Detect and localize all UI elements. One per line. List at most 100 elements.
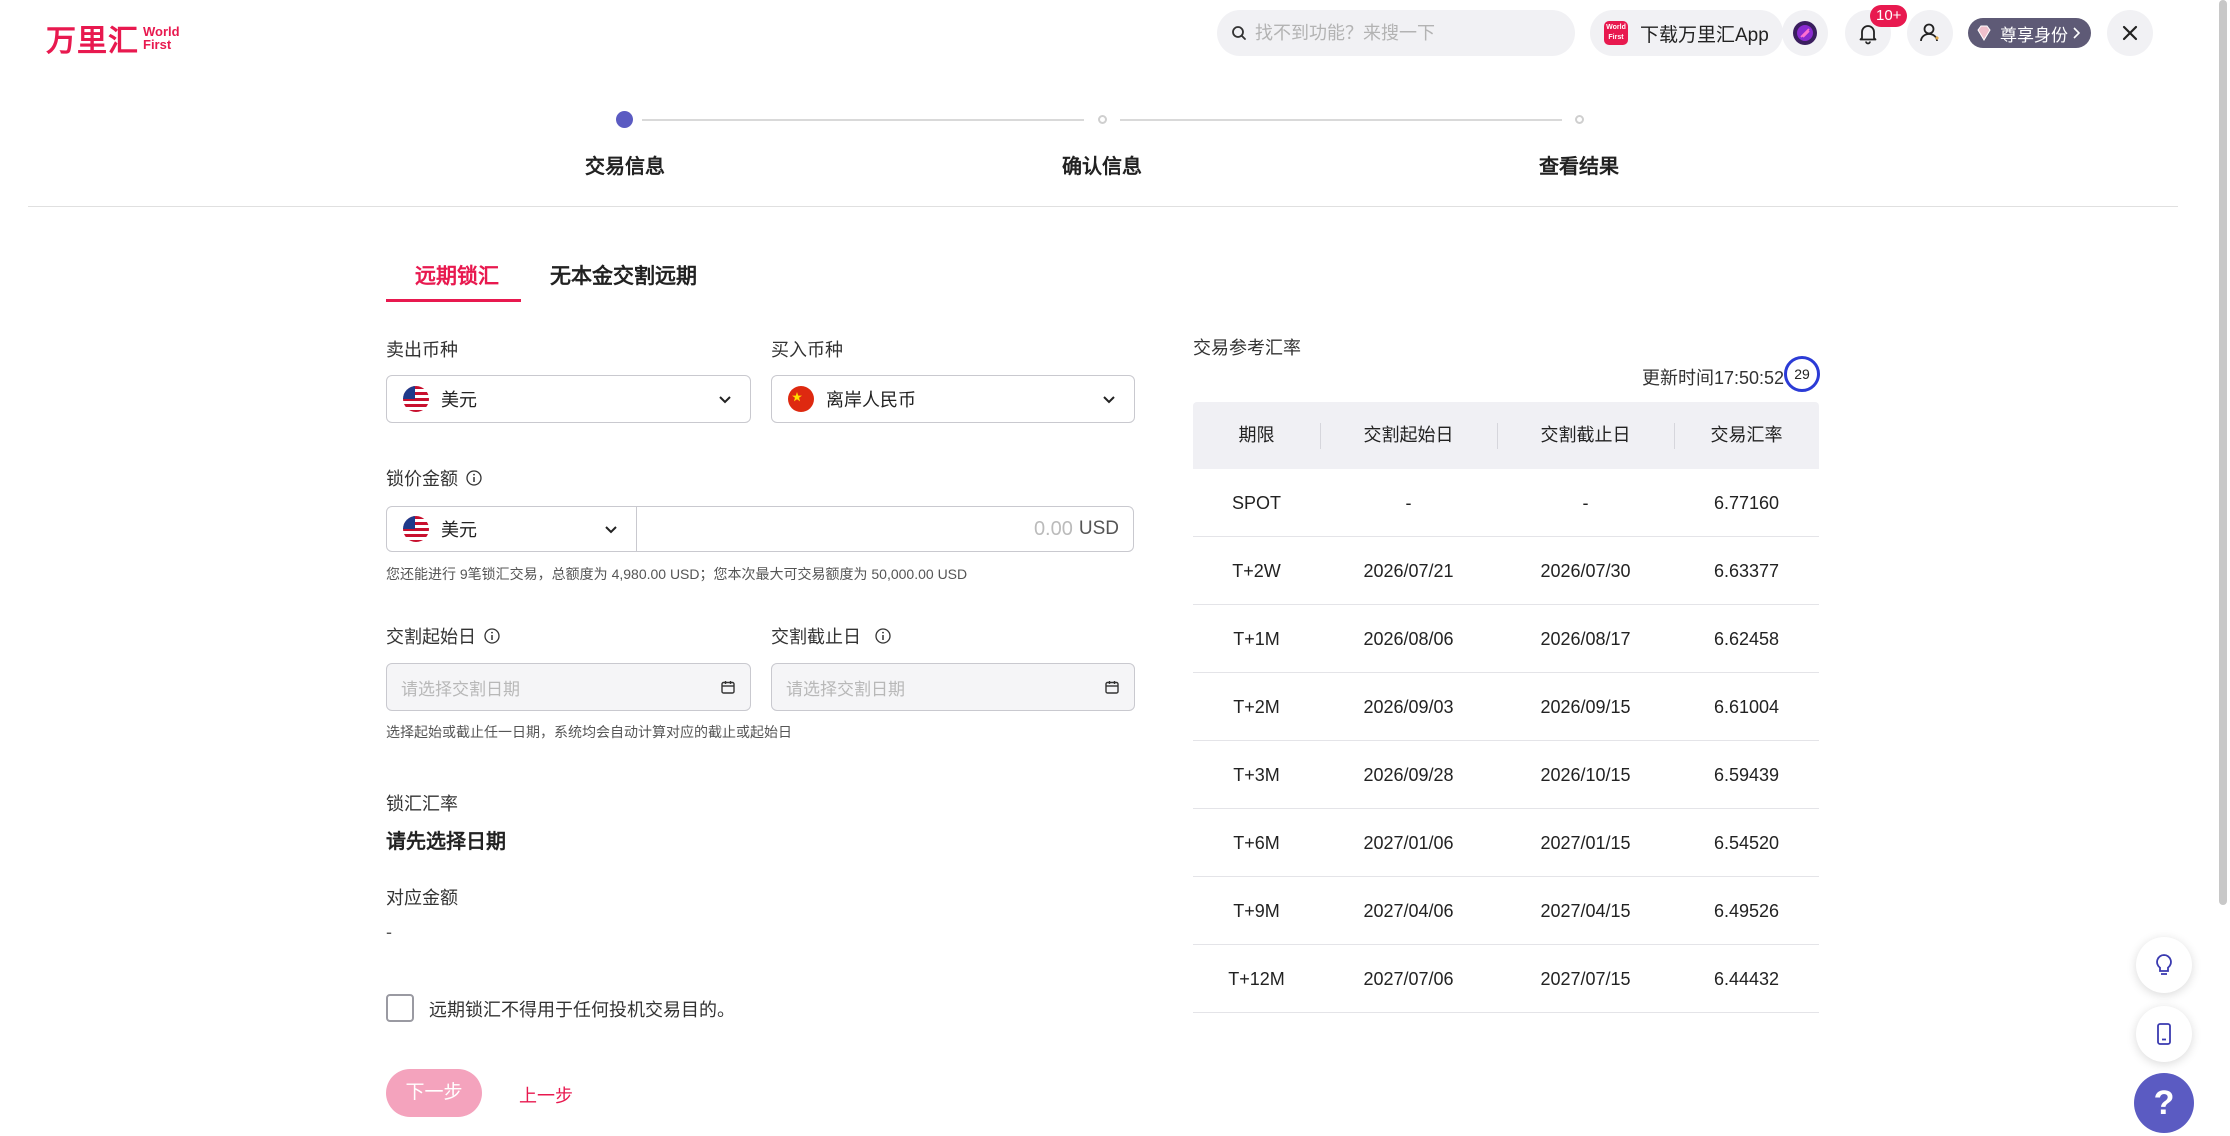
buy-currency-label: 买入币种 (771, 340, 843, 360)
table-cell: 2026/09/28 (1363, 765, 1454, 785)
assistant-orb-icon (1793, 21, 1817, 45)
step-label-confirm: 确认信息 (1062, 156, 1142, 178)
info-icon[interactable] (466, 470, 482, 486)
close-button[interactable] (2107, 10, 2153, 56)
calendar-icon (721, 681, 735, 694)
table-row: SPOT - - 6.77160 (1193, 469, 1819, 537)
step-connector (642, 119, 1084, 121)
delivery-end-label-text: 交割截止日 (771, 627, 861, 647)
notification-badge: 10+ (1870, 5, 1908, 27)
table-cell: T+12M (1228, 969, 1285, 989)
table-row: T+3M 2026/09/28 2026/10/15 6.59439 (1193, 741, 1819, 809)
logo-en-line2: First (143, 37, 172, 52)
app-icon: World First (1604, 21, 1628, 45)
info-icon[interactable] (875, 628, 891, 644)
table-cell: T+3M (1233, 765, 1280, 785)
lock-amount-input[interactable]: 0.00 USD (636, 506, 1134, 552)
chevron-down-icon (1103, 396, 1115, 404)
table-cell: 6.62458 (1713, 629, 1780, 649)
user-icon (1920, 23, 1939, 42)
table-cell: 2027/01/06 (1363, 833, 1454, 853)
table-cell: 2027/07/06 (1363, 969, 1454, 989)
table-cell: 6.49526 (1713, 901, 1780, 921)
corresponding-amount-label: 对应金额 (386, 888, 458, 908)
delivery-end-date-picker[interactable]: 请选择交割日期 (771, 663, 1135, 711)
amount-currency-select[interactable]: 美元 (386, 506, 637, 552)
reference-rate-title: 交易参考汇率 (1193, 338, 1301, 358)
us-flag-icon (403, 516, 429, 542)
progress-stepper: 交易信息 确认信息 查看结果 (0, 100, 2230, 210)
info-icon[interactable] (484, 628, 500, 644)
lightbulb-icon (2156, 954, 2172, 975)
vip-label: 尊享身份 (2000, 25, 2068, 45)
column-header: 期限 (1238, 425, 1275, 445)
amount-currency-value: 美元 (441, 520, 477, 540)
agreement-checkbox[interactable] (386, 994, 414, 1022)
logo-subtext: World First (143, 25, 180, 51)
mobile-app-button[interactable] (2136, 1006, 2192, 1062)
download-app-button[interactable]: World First 下载万里汇App (1590, 10, 1783, 56)
buy-currency-value: 离岸人民币 (826, 390, 916, 410)
search-icon (1232, 26, 1246, 40)
table-row: T+1M 2026/08/06 2026/08/17 6.62458 (1193, 605, 1819, 673)
table-cell: 2027/07/15 (1540, 969, 1631, 989)
lock-rate-value: 请先选择日期 (386, 831, 506, 853)
table-cell: 2026/08/06 (1363, 629, 1454, 649)
table-cell: 2027/04/06 (1363, 901, 1454, 921)
corresponding-amount-value: - (386, 922, 392, 942)
table-cell: 2026/10/15 (1540, 765, 1631, 785)
vip-status-button[interactable]: 尊享身份 (1968, 18, 2091, 48)
tab-ndf[interactable]: 无本金交割远期 (550, 260, 697, 302)
step-connector (1120, 119, 1562, 121)
table-cell: SPOT (1231, 493, 1281, 513)
lock-amount-label-text: 锁价金额 (386, 469, 458, 489)
table-cell: 2026/09/15 (1540, 697, 1631, 717)
refresh-countdown: 29 (1784, 356, 1820, 392)
step-indicator (1098, 115, 1107, 124)
table-cell: 2026/07/30 (1540, 561, 1631, 581)
table-cell: - (1582, 493, 1589, 513)
column-header: 交易汇率 (1710, 425, 1783, 445)
search-input[interactable] (1255, 22, 1555, 44)
close-icon (2122, 25, 2138, 41)
tips-button[interactable] (2136, 937, 2192, 993)
table-cell: T+6M (1233, 833, 1280, 853)
page-scrollbar[interactable] (2219, 0, 2227, 905)
search-box[interactable] (1217, 10, 1575, 56)
table-cell: T+9M (1233, 901, 1280, 921)
previous-button[interactable]: 上一步 (519, 1082, 573, 1108)
sell-currency-value: 美元 (441, 390, 477, 410)
header-divider (28, 206, 2178, 207)
sell-currency-select[interactable]: 美元 (386, 375, 751, 423)
next-button[interactable]: 下一步 (386, 1069, 482, 1117)
table-row: T+9M 2027/04/06 2027/04/15 6.49526 (1193, 877, 1819, 945)
table-row: T+12M 2027/07/06 2027/07/15 6.44432 (1193, 945, 1819, 1013)
table-row: T+6M 2027/01/06 2027/01/15 6.54520 (1193, 809, 1819, 877)
agreement-label[interactable]: 远期锁汇不得用于任何投机交易目的。 (429, 996, 735, 1022)
step-label-trade-info: 交易信息 (585, 156, 665, 178)
logo[interactable]: 万里汇 World First (46, 16, 180, 60)
delivery-start-date-picker[interactable]: 请选择交割日期 (386, 663, 751, 711)
table-cell: 2026/07/21 (1363, 561, 1454, 581)
amount-unit: USD (1078, 518, 1119, 539)
buy-currency-select[interactable]: 离岸人民币 (771, 375, 1135, 423)
help-button[interactable]: ? (2134, 1073, 2194, 1133)
table-cell: 2027/01/15 (1540, 833, 1631, 853)
delivery-start-label: 交割起始日 (386, 623, 500, 649)
chevron-down-icon (719, 396, 731, 404)
calendar-icon (1105, 681, 1119, 694)
table-cell: 6.59439 (1713, 765, 1780, 785)
update-time: 更新时间17:50:52 (1642, 368, 1785, 388)
table-cell: 6.44432 (1713, 969, 1780, 989)
diamond-icon (1977, 25, 1991, 41)
table-cell: 6.63377 (1713, 561, 1780, 581)
table-cell: 2027/04/15 (1540, 901, 1631, 921)
lock-amount-label: 锁价金额 (386, 465, 482, 491)
download-app-label: 下载万里汇App (1640, 24, 1769, 46)
table-cell: T+2W (1232, 561, 1281, 581)
delivery-start-label-text: 交割起始日 (386, 627, 476, 647)
assistant-button[interactable] (1782, 10, 1828, 56)
tab-forward-lock[interactable]: 远期锁汇 (415, 260, 499, 302)
table-cell: 2026/09/03 (1363, 697, 1454, 717)
account-button[interactable] (1907, 10, 1953, 56)
